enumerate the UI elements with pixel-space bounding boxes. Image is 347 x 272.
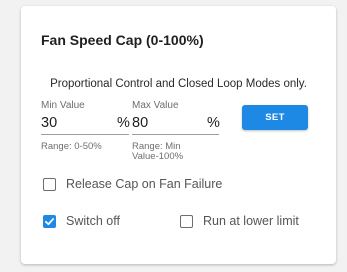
- max-value-unit: %: [207, 115, 220, 131]
- min-value-input[interactable]: 30: [41, 115, 57, 131]
- card-subtitle: Proportional Control and Closed Loop Mod…: [50, 78, 307, 90]
- fan-speed-cap-card: Fan Speed Cap (0-100%) Proportional Cont…: [21, 6, 336, 264]
- max-value-label: Max Value: [132, 100, 179, 111]
- max-value-field[interactable]: Max Value 80 % Range: Min Value-100%: [132, 100, 220, 170]
- release-cap-label: Release Cap on Fan Failure: [66, 177, 223, 191]
- checkmark-icon: [44, 217, 55, 225]
- min-value-field[interactable]: Min Value 30 % Range: 0-50%: [41, 100, 130, 170]
- max-value-input[interactable]: 80: [132, 115, 148, 131]
- switch-off-label: Switch off: [66, 214, 120, 228]
- max-value-range-hint: Range: Min Value-100%: [132, 141, 184, 162]
- set-button[interactable]: SET: [242, 105, 308, 130]
- release-cap-option[interactable]: Release Cap on Fan Failure: [43, 177, 222, 191]
- max-value-underline: [132, 134, 219, 135]
- release-cap-checkbox[interactable]: [43, 177, 56, 191]
- switch-off-checkbox[interactable]: [43, 214, 56, 228]
- run-lower-limit-label: Run at lower limit: [203, 214, 299, 228]
- min-value-unit: %: [117, 115, 130, 131]
- switch-off-option[interactable]: Switch off: [43, 214, 120, 228]
- card-title: Fan Speed Cap (0-100%): [41, 32, 204, 48]
- min-value-range-hint: Range: 0-50%: [41, 141, 102, 152]
- run-lower-limit-option[interactable]: Run at lower limit: [180, 214, 299, 228]
- run-lower-limit-checkbox[interactable]: [180, 214, 193, 228]
- min-value-underline: [41, 134, 129, 135]
- min-value-label: Min Value: [41, 100, 85, 111]
